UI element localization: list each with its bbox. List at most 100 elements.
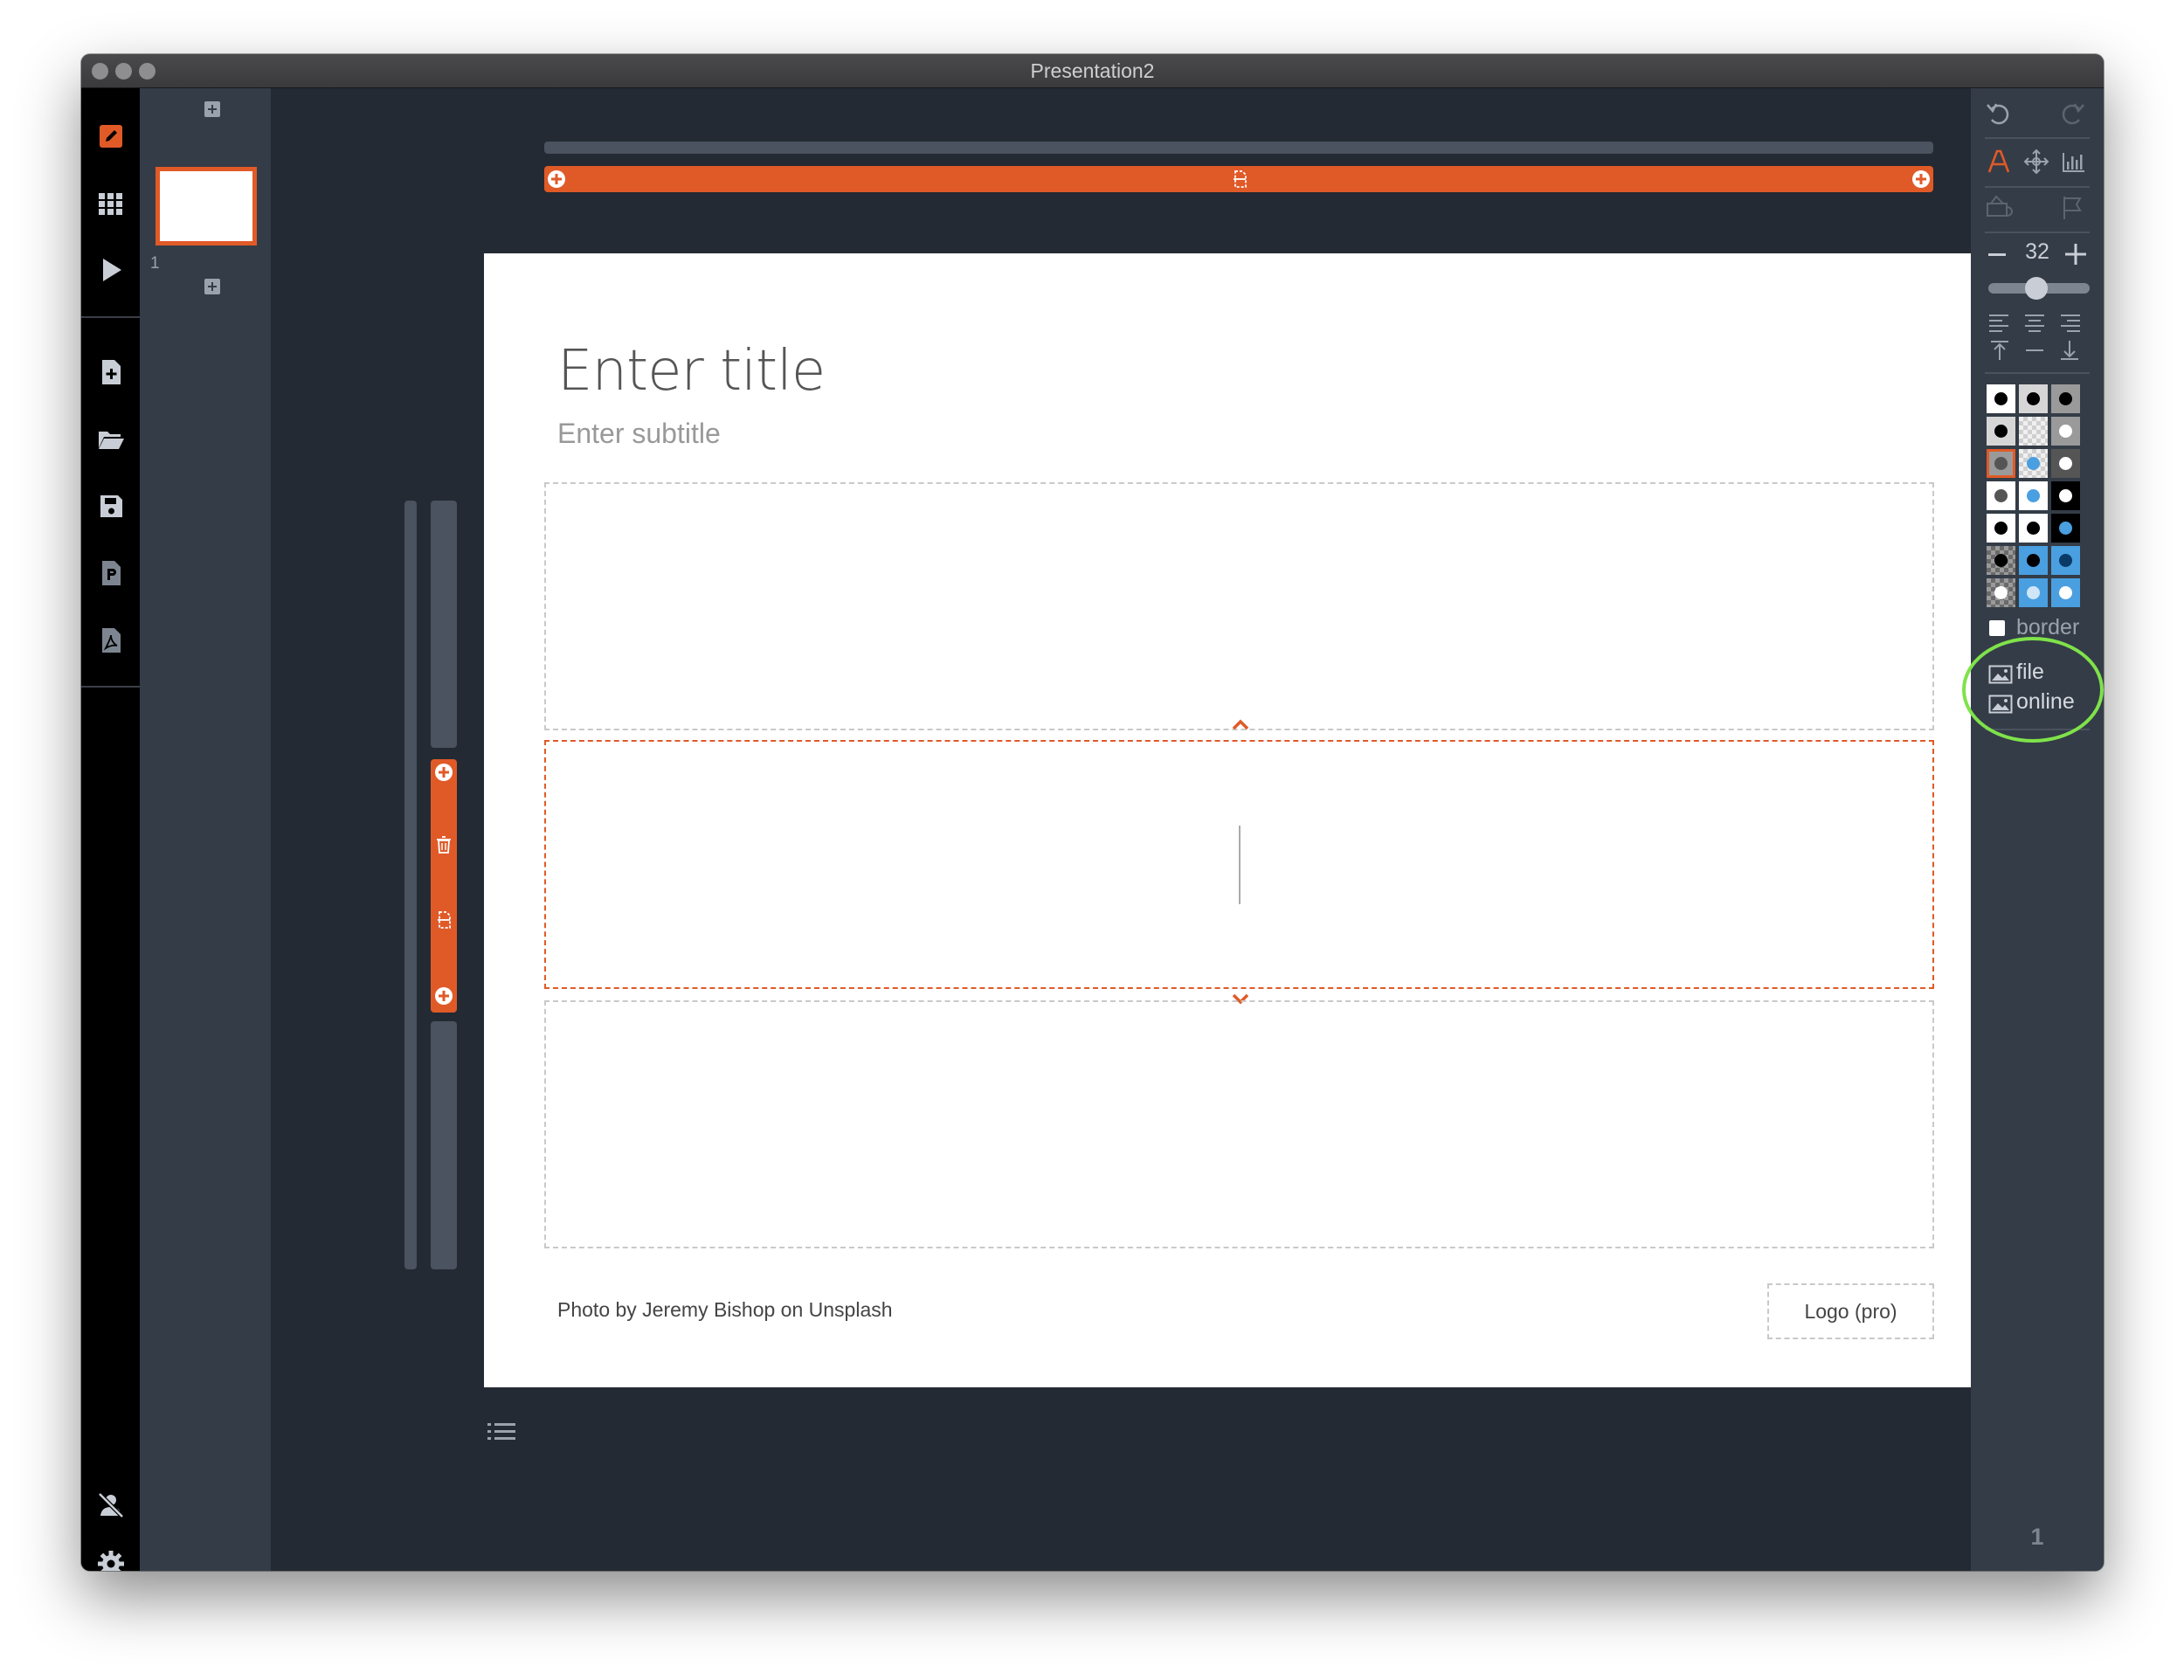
pencil-icon: [99, 125, 122, 148]
color-swatch[interactable]: [2051, 481, 2080, 510]
border-checkbox[interactable]: [1989, 620, 2005, 636]
content-row-1[interactable]: [544, 482, 1934, 730]
align-center-icon[interactable]: [2023, 313, 2046, 332]
export-pdf-button[interactable]: [81, 619, 140, 662]
undo-icon[interactable]: [1985, 100, 2013, 128]
settings-button[interactable]: [81, 1542, 140, 1571]
color-swatch-selected[interactable]: [1987, 449, 2015, 478]
text-style-icon[interactable]: [1986, 148, 2012, 176]
row-bar-bottom[interactable]: [431, 1021, 457, 1269]
panel-divider: [1985, 137, 2090, 139]
align-left-icon[interactable]: [1988, 313, 2011, 332]
toolbar-divider: [81, 686, 140, 688]
slide-canvas: Enter title Enter subtitle Photo by Jere…: [484, 253, 1995, 1387]
play-button[interactable]: [81, 248, 140, 292]
flag-icon[interactable]: [2059, 195, 2087, 221]
font-size-slider-knob[interactable]: [2025, 277, 2049, 300]
valign-bottom-icon[interactable]: [2058, 339, 2081, 362]
delete-row-button[interactable]: [433, 834, 454, 855]
slide-subtitle[interactable]: Enter subtitle: [557, 418, 721, 450]
valign-top-icon[interactable]: [1988, 339, 2011, 362]
pdf-icon: [101, 628, 121, 653]
folder-open-icon: [98, 432, 124, 449]
grid-view-button[interactable]: [81, 182, 140, 225]
new-presentation-button[interactable]: [81, 350, 140, 394]
color-swatch[interactable]: [1987, 384, 2015, 413]
app-window: Presentation2 1 Enter title Enter subtit…: [81, 54, 2104, 1571]
open-button[interactable]: [81, 418, 140, 461]
row-toolbar: [431, 759, 457, 1013]
grid-icon: [98, 193, 122, 215]
powerpoint-icon: [101, 561, 121, 585]
color-swatch[interactable]: [2019, 578, 2048, 607]
color-swatch[interactable]: [2051, 514, 2080, 543]
color-swatch[interactable]: [2019, 546, 2048, 575]
add-column-right-button[interactable]: [1911, 169, 1932, 190]
list-icon[interactable]: [487, 1421, 516, 1447]
color-swatch[interactable]: [2019, 481, 2048, 510]
column-toolbar: [544, 166, 1933, 192]
page-number: 1: [2030, 1524, 2044, 1550]
left-layout-bar[interactable]: [404, 501, 417, 1269]
row-bar-top[interactable]: [431, 501, 457, 748]
duplicate-row-button[interactable]: [432, 909, 455, 931]
redo-icon[interactable]: [2058, 100, 2086, 128]
logo-placeholder[interactable]: Logo (pro): [1767, 1283, 1934, 1339]
left-toolbar: [81, 88, 140, 1571]
add-row-above-button[interactable]: [433, 762, 454, 783]
color-swatch[interactable]: [1987, 546, 2015, 575]
color-swatch[interactable]: [1987, 481, 2015, 510]
slide-editor: Enter title Enter subtitle Photo by Jere…: [271, 88, 1995, 1571]
top-layout-bar[interactable]: [544, 142, 1933, 154]
add-column-left-button[interactable]: [546, 169, 567, 190]
text-cursor: [1239, 826, 1241, 904]
chart-icon[interactable]: [2059, 148, 2087, 176]
save-icon: [100, 495, 122, 517]
content-row-2-selected[interactable]: [544, 740, 1934, 989]
slide-title[interactable]: Enter title: [557, 339, 826, 404]
color-swatch[interactable]: [2019, 384, 2048, 413]
color-swatch[interactable]: [2051, 578, 2080, 607]
color-swatch[interactable]: [2019, 514, 2048, 543]
color-swatch[interactable]: [2051, 417, 2080, 446]
color-swatch[interactable]: [1987, 514, 2015, 543]
add-slide-before-button[interactable]: [204, 101, 220, 117]
gear-icon: [97, 1551, 124, 1571]
panel-divider: [1985, 232, 2090, 233]
color-swatch[interactable]: [1987, 578, 2015, 607]
add-slide-after-button[interactable]: [204, 279, 220, 294]
increase-font-size-button[interactable]: [2065, 244, 2086, 265]
slide-thumbnails-panel: 1: [140, 88, 271, 1571]
edit-mode-button[interactable]: [81, 114, 140, 158]
color-swatch[interactable]: [2051, 546, 2080, 575]
photo-credit: Photo by Jeremy Bishop on Unsplash: [557, 1298, 893, 1321]
slide-thumbnail-number: 1: [150, 254, 160, 273]
title-bar: Presentation2: [81, 54, 2104, 88]
decrease-font-size-button[interactable]: [1988, 253, 2006, 256]
window-title: Presentation2: [1030, 59, 1155, 82]
add-row-below-button[interactable]: [433, 985, 454, 1006]
move-row-up-icon[interactable]: [1231, 718, 1250, 732]
color-swatch[interactable]: [2019, 449, 2048, 478]
color-swatch[interactable]: [1987, 417, 2015, 446]
panel-divider: [1985, 372, 2090, 374]
toolbar-divider: [81, 316, 140, 318]
color-swatch[interactable]: [2051, 449, 2080, 478]
play-icon: [102, 259, 121, 281]
slide-thumbnail[interactable]: [156, 167, 257, 245]
align-right-icon[interactable]: [2058, 313, 2081, 332]
save-button[interactable]: [81, 484, 140, 528]
account-button[interactable]: [81, 1483, 140, 1527]
highlight-annotation: [1962, 637, 2104, 743]
new-file-icon: [101, 360, 121, 384]
panel-divider: [1985, 186, 2090, 188]
move-icon[interactable]: [2022, 148, 2050, 176]
content-row-3[interactable]: [544, 1000, 1934, 1248]
format-panel: 32 border file online 1: [1971, 88, 2104, 1571]
color-swatch[interactable]: [2051, 384, 2080, 413]
export-pptx-button[interactable]: [81, 551, 140, 595]
cut-crop-icon[interactable]: [1984, 193, 2015, 223]
color-swatch[interactable]: [2019, 417, 2048, 446]
duplicate-icon[interactable]: [1228, 168, 1251, 190]
valign-middle-icon[interactable]: [2023, 339, 2046, 362]
